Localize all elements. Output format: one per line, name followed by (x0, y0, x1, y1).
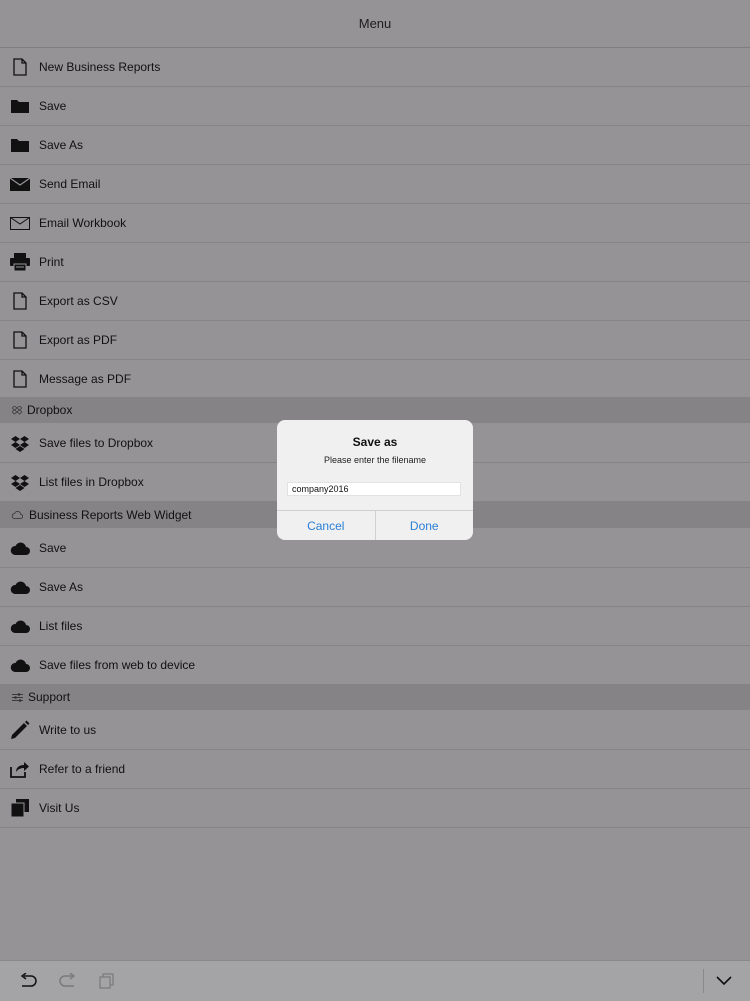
menu-item-label: Export as CSV (39, 294, 118, 308)
copy-icon[interactable] (97, 971, 117, 991)
cloud-icon (10, 655, 30, 675)
menu-item-label: Save files to Dropbox (39, 436, 154, 450)
section-title: Support (28, 690, 71, 704)
menu-item-export-csv[interactable]: Export as CSV (0, 282, 750, 321)
cloud-icon (10, 616, 30, 636)
printer-icon (10, 252, 30, 272)
document-icon (10, 57, 30, 77)
dialog-message: Please enter the filename (323, 455, 427, 465)
section-header-support: Support (0, 684, 750, 710)
mail-filled-icon (10, 174, 30, 194)
menu-item-label: Message as PDF (39, 372, 132, 386)
pencil-icon (10, 720, 30, 740)
menu-item-label: Write to us (39, 723, 97, 737)
document-icon (10, 369, 30, 389)
cloud-icon (10, 538, 30, 558)
menu-item-label: Export as PDF (39, 333, 118, 347)
dialog-buttons: Cancel Done (277, 510, 473, 540)
menu-item-label: Save (39, 99, 67, 113)
menu-item-label: Email Workbook (39, 216, 127, 230)
menu-item-label: Print (39, 255, 64, 269)
menu-item-web-list-files[interactable]: List files (0, 607, 750, 646)
menu-item-label: Send Email (39, 177, 101, 191)
bottom-toolbar (0, 960, 750, 1001)
cloud-icon (10, 577, 30, 597)
menu-item-save[interactable]: Save (0, 87, 750, 126)
menu-item-label: Refer to a friend (39, 762, 126, 776)
document-icon (10, 291, 30, 311)
mail-outline-icon (10, 213, 30, 233)
folder-icon (10, 135, 30, 155)
section-title: Business Reports Web Widget (29, 508, 192, 522)
chevron-down-icon[interactable] (714, 971, 734, 991)
menu-item-label: Save As (39, 580, 84, 594)
menu-item-write-to-us[interactable]: Write to us (0, 711, 750, 750)
menu-title: Menu (358, 16, 392, 31)
settings-sliders-icon (11, 691, 23, 703)
share-icon (10, 759, 30, 779)
document-icon (10, 330, 30, 350)
cloud-outline-icon (11, 509, 23, 521)
dropbox-small-icon (11, 404, 23, 416)
dropbox-icon (10, 433, 30, 453)
menu-item-email-workbook[interactable]: Email Workbook (0, 204, 750, 243)
menu-item-label: Save As (39, 138, 84, 152)
menu-item-message-pdf[interactable]: Message as PDF (0, 360, 750, 399)
menu-item-send-email[interactable]: Send Email (0, 165, 750, 204)
dialog-title: Save as (352, 435, 398, 449)
redo-icon[interactable] (58, 971, 78, 991)
menu-header: Menu (0, 0, 750, 48)
menu-item-label: List files in Dropbox (39, 475, 144, 489)
filename-input[interactable] (287, 482, 461, 496)
done-button[interactable]: Done (376, 511, 474, 540)
menu-item-new-business-reports[interactable]: New Business Reports (0, 48, 750, 87)
cancel-button[interactable]: Cancel (277, 511, 376, 540)
dropbox-icon (10, 472, 30, 492)
menu-item-label: Save (39, 541, 67, 555)
menu-item-refer-friend[interactable]: Refer to a friend (0, 750, 750, 789)
undo-icon[interactable] (18, 971, 38, 991)
menu-item-export-pdf[interactable]: Export as PDF (0, 321, 750, 360)
menu-item-label: Save files from web to device (39, 658, 196, 672)
toolbar-divider (703, 969, 704, 993)
pages-icon (10, 798, 30, 818)
menu-item-save-as[interactable]: Save As (0, 126, 750, 165)
section-title: Dropbox (27, 403, 73, 417)
folder-icon (10, 96, 30, 116)
menu-item-label: Visit Us (39, 801, 80, 815)
save-as-dialog: Save as Please enter the filename Cancel… (277, 420, 473, 540)
menu-item-web-save-to-device[interactable]: Save files from web to device (0, 646, 750, 685)
menu-item-visit-us[interactable]: Visit Us (0, 789, 750, 828)
menu-item-web-save-as[interactable]: Save As (0, 568, 750, 607)
menu-item-label: New Business Reports (39, 60, 161, 74)
menu-item-label: List files (39, 619, 83, 633)
menu-item-print[interactable]: Print (0, 243, 750, 282)
